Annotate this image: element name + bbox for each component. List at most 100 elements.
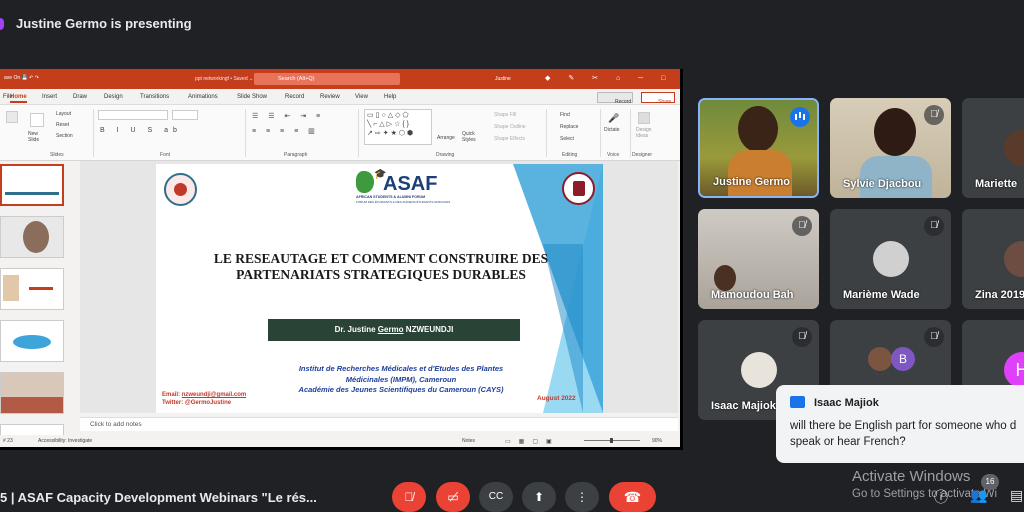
participant-tile-justine-germo[interactable]: Justine Germo bbox=[698, 98, 819, 198]
chat-notification[interactable]: Isaac Majiok will there be English part … bbox=[776, 385, 1024, 463]
group-slides: Slides bbox=[50, 152, 64, 158]
file-name[interactable]: ppt networkingf • Saved ⌄ bbox=[195, 76, 253, 82]
ppt-search-box[interactable]: Search (Alt+Q) bbox=[254, 73, 400, 85]
paragraph-icons[interactable]: ☰ ☰ ⇤ ⇥ ≡ bbox=[252, 112, 324, 120]
more-vert-icon: ⋮ bbox=[576, 490, 588, 504]
zoom-slider[interactable] bbox=[584, 438, 640, 443]
zoom-level[interactable]: 90% bbox=[652, 438, 662, 444]
phone-hangup-icon: ☎ bbox=[623, 489, 642, 505]
reset-button[interactable]: Reset bbox=[56, 122, 69, 128]
slide-thumbnail[interactable] bbox=[0, 216, 64, 258]
new-slide-label[interactable]: New Slide bbox=[28, 131, 50, 143]
chat-bubble-icon[interactable]: ▤ bbox=[1010, 487, 1023, 504]
shapes-icons: ▭▯○△◇⬠ ╲⌐△▷☆{} ↗⇨✦★⬡⬢ bbox=[367, 112, 416, 137]
font-name-field[interactable] bbox=[98, 110, 168, 120]
participant-tile-sylvie-djacbou[interactable]: 🎙̸ Sylvie Djacbou bbox=[830, 98, 951, 198]
tab-transitions[interactable]: Transitions bbox=[140, 94, 169, 100]
shape-outline-button[interactable]: Shape Outline bbox=[494, 124, 526, 130]
impm-logo bbox=[164, 173, 197, 206]
participant-name: Isaac Majiok bbox=[711, 400, 776, 412]
email-link[interactable]: nzweundji@gmail.com bbox=[182, 392, 247, 398]
end-call-button[interactable]: ☎ bbox=[609, 482, 656, 512]
font-format-icons[interactable]: B I U S ab bbox=[100, 127, 182, 134]
participant-name: Mamoudou Bah bbox=[711, 289, 794, 301]
participant-tile-zina-2019[interactable]: Zina 2019 bbox=[962, 209, 1024, 309]
find-button[interactable]: Find bbox=[560, 112, 570, 118]
info-icon[interactable]: ⓘ bbox=[934, 487, 948, 507]
design-ideas-icon[interactable] bbox=[638, 112, 650, 124]
more-options-button[interactable]: ⋮ bbox=[565, 482, 599, 512]
tab-record[interactable]: Record bbox=[285, 94, 304, 100]
mic-off-icon: 🎙̸ bbox=[792, 216, 812, 236]
notes-pane[interactable]: Click to add notes bbox=[80, 417, 678, 431]
layout-button[interactable]: Layout bbox=[56, 111, 71, 117]
replace-button[interactable]: Replace bbox=[560, 124, 578, 130]
select-button[interactable]: Select bbox=[560, 136, 574, 142]
font-size-field[interactable] bbox=[172, 110, 198, 120]
quick-styles-button[interactable]: Quick Styles bbox=[462, 131, 480, 143]
ribbon-separator bbox=[600, 109, 601, 157]
ppt-user-name[interactable]: Justine bbox=[495, 76, 511, 82]
participant-tile-marieme-wade[interactable]: 🎙̸ Marième Wade bbox=[830, 209, 951, 309]
tab-home[interactable]: Home bbox=[10, 94, 27, 103]
shape-fill-button[interactable]: Shape Fill bbox=[494, 112, 516, 118]
quick-access-toolbar[interactable]: ave On 💾 ↶ ↷ bbox=[4, 75, 39, 81]
tab-draw[interactable]: Draw bbox=[73, 94, 87, 100]
institution-text: Institut de Recherches Médicales et d'Et… bbox=[256, 364, 546, 396]
participant-face bbox=[874, 108, 916, 156]
asaf-tagline-fr: FORUM DES ÉTUDIANTS & DES ANCIENS ÉTUDIA… bbox=[356, 200, 451, 204]
alignment-icons[interactable]: ≡ ≡ ≡ ≡ ▥ bbox=[252, 127, 319, 135]
chat-sender: Isaac Majiok bbox=[814, 397, 879, 409]
participant-tile-mamoudou-bah[interactable]: 🎙̸ Mamoudou Bah bbox=[698, 209, 819, 309]
design-ideas-button[interactable]: Design Ideas bbox=[636, 127, 656, 139]
share-button[interactable]: Share bbox=[641, 92, 675, 105]
people-icon[interactable]: 👥 bbox=[970, 487, 987, 504]
tab-view[interactable]: View bbox=[355, 94, 368, 100]
present-icon: ⬆ bbox=[533, 490, 545, 504]
mic-off-icon: 🎙̸ bbox=[924, 216, 944, 236]
participant-name: Zina 2019 bbox=[975, 289, 1024, 301]
participant-tile-mariette[interactable]: Mariette bbox=[962, 98, 1024, 198]
presenter-name-bar: Dr. Justine Germo NZWEUNDJI bbox=[268, 319, 520, 341]
slide-thumbnail[interactable] bbox=[0, 320, 64, 362]
new-slide-icon[interactable] bbox=[30, 113, 44, 127]
section-button[interactable]: Section bbox=[56, 133, 73, 139]
tab-insert[interactable]: Insert bbox=[42, 94, 57, 100]
group-drawing: Drawing bbox=[436, 152, 455, 158]
microphone-icon[interactable]: 🎤 bbox=[608, 113, 619, 124]
dictate-button[interactable]: Dictate bbox=[604, 127, 620, 133]
tab-review[interactable]: Review bbox=[320, 94, 340, 100]
asaf-logo: 🎓 ASAF AFRICAN STUDENTS & ALUMNI FORUM F… bbox=[356, 169, 450, 205]
arrange-button[interactable]: Arrange bbox=[437, 135, 455, 141]
meeting-prefix: 5 | bbox=[0, 490, 15, 505]
twitter-handle: Twitter: @GermoJustine bbox=[162, 400, 232, 406]
captions-icon: CC bbox=[488, 491, 504, 502]
slide-thumbnail[interactable] bbox=[0, 372, 64, 414]
shapes-gallery[interactable]: ▭▯○△◇⬠ ╲⌐△▷☆{} ↗⇨✦★⬡⬢ bbox=[364, 109, 432, 145]
shape-effects-button[interactable]: Shape Effects bbox=[494, 136, 525, 142]
record-button[interactable]: Record bbox=[597, 92, 633, 105]
captions-button[interactable]: CC bbox=[479, 482, 513, 512]
present-button[interactable]: ⬆ bbox=[522, 482, 556, 512]
paste-icon[interactable] bbox=[6, 111, 18, 123]
camera-toggle-button[interactable]: ▭̸ bbox=[436, 482, 470, 512]
notes-toggle[interactable]: Notes bbox=[462, 438, 475, 444]
participant-name: Mariette bbox=[975, 178, 1018, 190]
participant-face bbox=[738, 106, 778, 152]
slide-thumbnails bbox=[0, 161, 74, 436]
participant-name: Sylvie Djacbou bbox=[843, 178, 922, 190]
view-buttons[interactable]: ▭▦▢▣ bbox=[505, 438, 560, 445]
tab-slide-show[interactable]: Slide Show bbox=[237, 94, 267, 100]
mic-off-icon: 🎙̸ bbox=[924, 327, 944, 347]
tab-design[interactable]: Design bbox=[104, 94, 123, 100]
tab-animations[interactable]: Animations bbox=[188, 94, 218, 100]
ribbon-separator bbox=[358, 109, 359, 157]
institution-line1: Institut de Recherches Médicales et d'Et… bbox=[298, 364, 504, 373]
title-bar-icons[interactable]: ◆ ✎ ✂ ⌂ ─ □ bbox=[545, 74, 673, 82]
current-slide[interactable]: 🎓 ASAF AFRICAN STUDENTS & ALUMNI FORUM F… bbox=[156, 164, 603, 413]
slide-thumbnail[interactable] bbox=[0, 164, 64, 206]
slide-thumbnail[interactable] bbox=[0, 268, 64, 310]
tab-help[interactable]: Help bbox=[384, 94, 396, 100]
mic-toggle-button[interactable]: 🎙̸ bbox=[392, 482, 426, 512]
accessibility-status[interactable]: Accessibility: Investigate bbox=[38, 438, 92, 444]
